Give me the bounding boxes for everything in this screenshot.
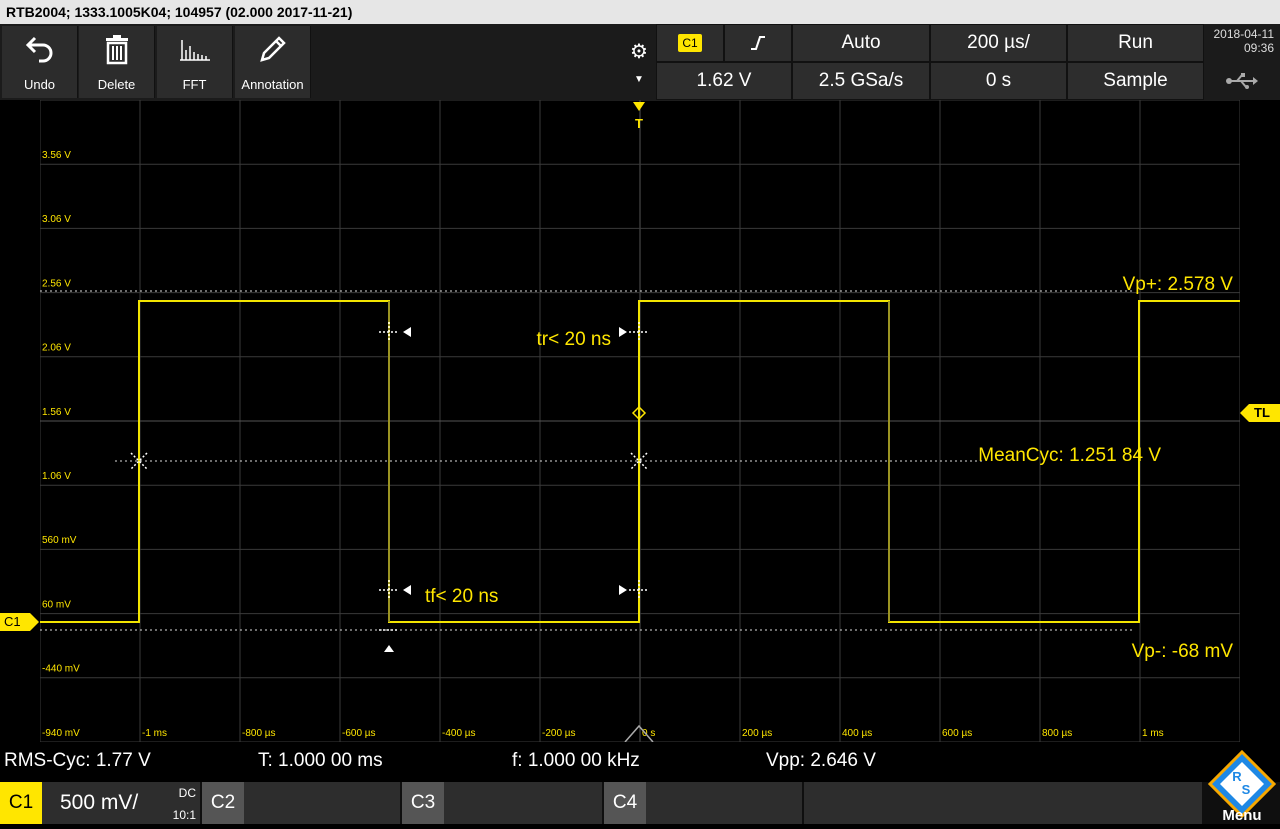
fft-button[interactable]: FFT: [157, 26, 233, 98]
fall-time-label: tf< 20 ns: [425, 586, 498, 607]
rms-measurement: RMS-Cyc: 1.77 V: [4, 750, 151, 771]
sample-rate[interactable]: 2.5 GSa/s: [792, 62, 930, 100]
trigger-mode[interactable]: Auto: [792, 24, 930, 62]
trigger-channel-badge: C1: [678, 34, 702, 52]
cursor-arrow-icon: [619, 327, 627, 337]
channel-c3-tab[interactable]: C3: [402, 782, 602, 824]
c1-coupling: DC: [178, 786, 196, 800]
x-tick-label: -1 ms: [142, 728, 167, 739]
x-tick-label: -200 µs: [542, 728, 576, 739]
settings-button[interactable]: ⚙ ▼: [624, 26, 654, 98]
delete-label: Delete: [97, 77, 136, 92]
y-tick-label: -940 mV: [42, 728, 80, 739]
trigger-marker-label: T: [635, 116, 643, 131]
c3-label: C3: [402, 782, 444, 824]
c1-marker-label: C1: [4, 614, 21, 629]
channel-bar: C1 500 mV/ DC 10:1 C2 C3 C4: [0, 782, 1280, 824]
trigger-position-icon: [633, 102, 645, 111]
x-tick-label: 200 µs: [742, 728, 772, 739]
x-tick-label: 600 µs: [942, 728, 972, 739]
annotation-label: Annotation: [241, 77, 304, 92]
x-tick-label: 800 µs: [1042, 728, 1072, 739]
cursor-arrow-icon: [384, 645, 394, 652]
c2-label: C2: [202, 782, 244, 824]
undo-label: Undo: [23, 77, 56, 92]
x-tick-label: -800 µs: [242, 728, 276, 739]
trigger-level[interactable]: 1.62 V: [656, 62, 792, 100]
y-tick-label: 3.06 V: [42, 214, 71, 225]
horizontal-scale-labels: -1 ms -800 µs -600 µs -400 µs -200 µs 0 s 200 …: [142, 728, 1164, 739]
y-tick-label: 2.06 V: [42, 343, 71, 354]
period-measurement: T: 1.000 00 ms: [258, 750, 383, 771]
annotation-button[interactable]: Annotation: [235, 26, 311, 98]
trigger-source-cell[interactable]: C1: [656, 24, 724, 62]
y-tick-label: 3.56 V: [42, 150, 71, 161]
date-text: 2018-04-11: [1213, 27, 1275, 41]
c1-probe: 10:1: [172, 808, 196, 822]
c1-label: C1: [0, 782, 42, 824]
title-bar: RTB2004; 1333.1005K04; 104957 (02.000 20…: [0, 0, 1280, 24]
x-tick-label: -400 µs: [442, 728, 476, 739]
timebase-scale[interactable]: 200 µs/: [930, 24, 1067, 62]
y-tick-label: 60 mV: [42, 599, 71, 610]
chevron-down-icon: ▼: [634, 74, 644, 85]
acquisition-mode[interactable]: Sample: [1067, 62, 1204, 100]
rise-time-label: tr< 20 ns: [537, 329, 611, 350]
channel-c4-tab[interactable]: C4: [604, 782, 802, 824]
channel-c2-tab[interactable]: C2: [202, 782, 400, 824]
cursor-arrow-icon: [403, 327, 411, 337]
mean-cyc-label: MeanCyc: 1.251 84 V: [978, 445, 1161, 466]
y-tick-label: 560 mV: [42, 535, 77, 546]
cursor-arrow-icon: [403, 585, 411, 595]
x-tick-label: 400 µs: [842, 728, 872, 739]
gear-icon: ⚙: [630, 41, 648, 63]
y-tick-label: 1.06 V: [42, 471, 71, 482]
c1-ground-marker[interactable]: C1: [0, 613, 40, 631]
channel-c1-tab[interactable]: C1 500 mV/ DC 10:1: [0, 782, 200, 824]
horizontal-position[interactable]: 0 s: [930, 62, 1067, 100]
c1-scale: 500 mV/: [60, 791, 139, 814]
vp-plus-label: Vp+: 2.578 V: [1123, 274, 1234, 295]
y-tick-label: 1.56 V: [42, 407, 71, 418]
y-tick-label: -440 mV: [42, 664, 80, 675]
vertical-scale-labels: 3.56 V 3.06 V 2.56 V 2.06 V 1.56 V 1.06 V 560 …: [42, 150, 80, 739]
run-stop[interactable]: Run: [1067, 24, 1204, 62]
svg-text:S: S: [1242, 782, 1251, 797]
usb-icon: [1204, 62, 1280, 100]
menu-button[interactable]: R S Menu: [1204, 748, 1280, 824]
delete-button[interactable]: Delete: [79, 26, 155, 98]
pencil-icon: [235, 32, 310, 66]
y-tick-label: 2.56 V: [42, 278, 71, 289]
cursor-arrow-icon: [619, 585, 627, 595]
date-time: 2018-04-11 09:36: [1204, 24, 1280, 62]
menu-label: Menu: [1222, 807, 1262, 824]
frequency-measurement: f: 1.000 00 kHz: [512, 750, 640, 771]
c4-label: C4: [604, 782, 646, 824]
time-text: 09:36: [1243, 41, 1274, 55]
tl-marker-label: TL: [1254, 405, 1270, 420]
undo-button[interactable]: Undo: [2, 26, 78, 98]
rising-edge-icon: [751, 36, 765, 50]
vp-minus-label: Vp-: -68 mV: [1132, 641, 1234, 662]
trash-icon: [79, 32, 154, 66]
channel-bar-empty: [804, 782, 1202, 824]
x-tick-label: 1 ms: [1142, 728, 1164, 739]
trigger-slope-cell[interactable]: [724, 24, 792, 62]
undo-icon: [2, 32, 77, 66]
x-tick-label: -600 µs: [342, 728, 376, 739]
fft-icon: [157, 32, 232, 66]
waveform-display[interactable]: 3.56 V 3.06 V 2.56 V 2.06 V 1.56 V 1.06 V 560 …: [40, 100, 1240, 742]
trigger-level-marker[interactable]: TL: [1240, 404, 1280, 422]
measurement-bar: RMS-Cyc: 1.77 V T: 1.000 00 ms f: 1.000 …: [0, 746, 1280, 780]
fft-label: FFT: [182, 77, 207, 92]
vpp-measurement: Vpp: 2.646 V: [766, 750, 876, 771]
